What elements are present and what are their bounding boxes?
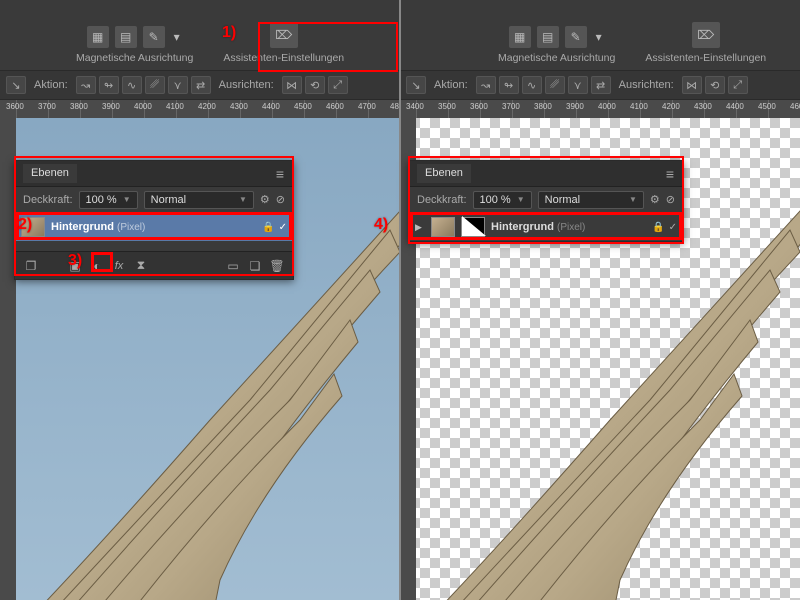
expand-arrow-icon[interactable]: ▶ [415, 222, 425, 233]
assistant-settings-label: Assistenten-Einstellungen [223, 52, 344, 64]
snap-grid-icon[interactable]: ▦ [87, 26, 109, 48]
link-icon[interactable]: ⊘ [276, 193, 285, 206]
magnetic-label: Magnetische Ausrichtung [498, 52, 615, 64]
align-3-icon[interactable]: ⤢ [728, 76, 748, 94]
adjustment-icon[interactable]: ◐ [87, 257, 107, 275]
panel-menu-icon[interactable]: ≡ [276, 166, 285, 182]
layers-panel: Ebenen ≡ Deckkraft: 100 %▼ Normal▼ ⚙ ⊘ H… [14, 160, 294, 280]
opacity-selector[interactable]: 100 %▼ [79, 191, 138, 209]
snap-brush-icon[interactable]: ✎ [565, 26, 587, 48]
right-pane: ▦ ▤ ✎ ▾ Magnetische Ausrichtung ⌦ Assist… [400, 0, 800, 600]
layers-panel-footer: ❐ ▣ ◐ fx ⧗ ▭ ❏ 🗑 [15, 251, 293, 279]
layer-thumb-icon [431, 217, 455, 237]
pane-divider [399, 0, 401, 600]
curve-join-icon[interactable]: ↬ [99, 76, 119, 94]
align-label: Ausrichten: [619, 79, 674, 91]
mask-thumb-icon [461, 217, 485, 237]
fx-icon[interactable]: fx [109, 257, 129, 275]
align-label: Ausrichten: [219, 79, 274, 91]
curve-break-icon[interactable]: ↝ [476, 76, 496, 94]
link-icon[interactable]: ⊘ [666, 193, 675, 206]
assistant-settings-icon[interactable]: ⌦ [270, 22, 298, 48]
annotation-3: 3) [68, 252, 82, 270]
stack-icon[interactable]: ❐ [21, 257, 41, 275]
trash-icon[interactable]: 🗑 [267, 257, 287, 275]
align-2-icon[interactable]: ⟲ [705, 76, 725, 94]
tool-node-icon[interactable]: ↘ [6, 76, 26, 94]
visibility-check-icon[interactable]: ✓ [669, 222, 677, 233]
panel-menu-icon[interactable]: ≡ [666, 166, 675, 182]
layer-type: (Pixel) [117, 222, 145, 233]
snap-brush-icon[interactable]: ✎ [143, 26, 165, 48]
opacity-label: Deckkraft: [23, 194, 73, 206]
lock-icon[interactable]: 🔒 [262, 222, 274, 233]
action-label: Aktion: [434, 79, 468, 91]
magnetic-label: Magnetische Ausrichtung [76, 52, 193, 64]
curve-reverse-icon[interactable]: ⇄ [591, 76, 611, 94]
snap-guides-icon[interactable]: ▤ [537, 26, 559, 48]
options-toolbar: ▦ ▤ ✎ ▾ Magnetische Ausrichtung ⌦ Assist… [0, 0, 400, 70]
visibility-check-icon[interactable]: ✓ [279, 222, 287, 233]
curve-break-icon[interactable]: ↝ [76, 76, 96, 94]
curve-join-icon[interactable]: ↬ [499, 76, 519, 94]
layer-row-background[interactable]: Hintergrund (Pixel) 🔒 ✓ [15, 213, 293, 241]
snap-grid-icon[interactable]: ▦ [509, 26, 531, 48]
blend-mode-selector[interactable]: Normal▼ [538, 191, 644, 209]
assistant-settings-label: Assistenten-Einstellungen [645, 52, 766, 64]
horizontal-ruler: 3600370038003900400041004200430044004500… [0, 100, 400, 118]
layer-name: Hintergrund [491, 221, 554, 233]
lock-icon[interactable]: 🔒 [652, 222, 664, 233]
action-label: Aktion: [34, 79, 68, 91]
annotation-4: 4) [374, 216, 388, 234]
gear-icon[interactable]: ⚙ [260, 193, 270, 206]
assistant-settings-icon[interactable]: ⌦ [692, 22, 720, 48]
curve-sharp-icon[interactable]: ␥ [545, 76, 565, 94]
new-layer-icon[interactable]: ❏ [245, 257, 265, 275]
curve-close-icon[interactable]: ⋎ [168, 76, 188, 94]
folder-icon[interactable]: ▭ [223, 257, 243, 275]
opacity-selector[interactable]: 100 %▼ [473, 191, 532, 209]
layer-row-background[interactable]: ▶ Hintergrund (Pixel) 🔒 ✓ [409, 213, 683, 241]
dropdown-icon[interactable]: ▾ [593, 26, 605, 48]
curve-smooth-icon[interactable]: ∿ [522, 76, 542, 94]
options-toolbar-right: ▦ ▤ ✎ ▾ Magnetische Ausrichtung ⌦ Assist… [400, 0, 800, 70]
context-toolbar: ↘ Aktion: ↝ ↬ ∿ ␥ ⋎ ⇄ Ausrichten: ⋈ ⟲ ⤢ [0, 70, 400, 100]
gear-icon[interactable]: ⚙ [650, 193, 660, 206]
left-pane: ▦ ▤ ✎ ▾ Magnetische Ausrichtung ⌦ Assist… [0, 0, 400, 600]
layers-tab[interactable]: Ebenen [417, 164, 471, 183]
layer-name: Hintergrund [51, 221, 114, 233]
blend-mode-selector[interactable]: Normal▼ [144, 191, 254, 209]
align-1-icon[interactable]: ⋈ [682, 76, 702, 94]
align-2-icon[interactable]: ⟲ [305, 76, 325, 94]
layers-tab[interactable]: Ebenen [23, 164, 77, 183]
opacity-label: Deckkraft: [417, 194, 467, 206]
snap-guides-icon[interactable]: ▤ [115, 26, 137, 48]
context-toolbar-right: ↘ Aktion: ↝ ↬ ∿ ␥ ⋎ ⇄ Ausrichten: ⋈ ⟲ ⤢ [400, 70, 800, 100]
dropdown-icon[interactable]: ▾ [171, 26, 183, 48]
layers-panel-right: Ebenen ≡ Deckkraft: 100 %▼ Normal▼ ⚙ ⊘ ▶ [408, 160, 684, 242]
align-1-icon[interactable]: ⋈ [282, 76, 302, 94]
curve-reverse-icon[interactable]: ⇄ [191, 76, 211, 94]
curve-close-icon[interactable]: ⋎ [568, 76, 588, 94]
align-3-icon[interactable]: ⤢ [328, 76, 348, 94]
horizontal-ruler-right: 3400350036003700380039004000410042004300… [400, 100, 800, 118]
annotation-1: 1) [222, 24, 236, 42]
curve-sharp-icon[interactable]: ␥ [145, 76, 165, 94]
tool-node-icon[interactable]: ↘ [406, 76, 426, 94]
curve-smooth-icon[interactable]: ∿ [122, 76, 142, 94]
layer-type: (Pixel) [557, 222, 585, 233]
hourglass-icon[interactable]: ⧗ [131, 257, 151, 275]
annotation-2: 2) [18, 216, 32, 234]
